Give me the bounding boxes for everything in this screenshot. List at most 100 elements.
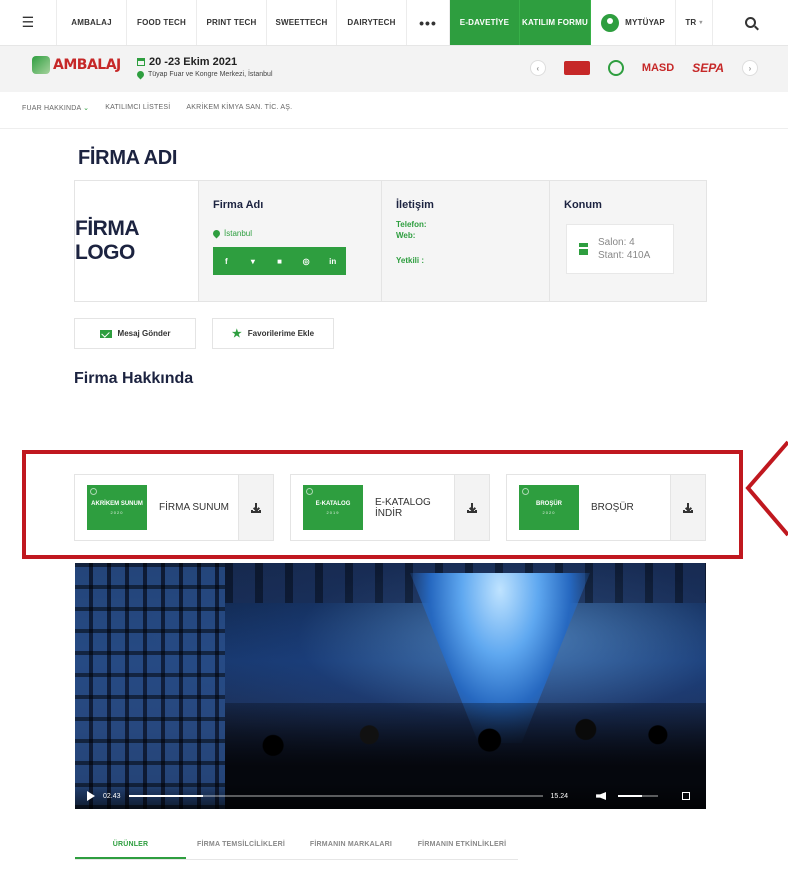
company-logo: FİRMA LOGO — [75, 181, 199, 301]
thumb-year: 2019 — [326, 509, 340, 515]
document-card-brochure[interactable]: BROŞÜR 2020 BROŞÜR — [506, 474, 706, 541]
document-thumbnail: E-KATALOG 2019 — [303, 485, 363, 530]
document-label: FİRMA SUNUM — [159, 502, 229, 513]
carousel-next-button[interactable]: › — [742, 60, 758, 76]
add-favorite-button[interactable]: ★ Favorilerime Ekle — [212, 318, 334, 349]
linkedin-icon[interactable]: in — [319, 247, 346, 275]
top-navigation: ☰ AMBALAJ FOOD TECH PRINT TECH SWEETTECH… — [0, 0, 788, 46]
user-avatar-icon — [601, 13, 620, 32]
sponsor-logo-sepa[interactable]: SEPA — [692, 61, 724, 75]
logo-mark-icon — [32, 56, 50, 74]
facebook-icon[interactable]: f — [213, 247, 240, 275]
envelope-icon — [99, 329, 112, 338]
breadcrumb: FUAR HAKKINDA ⌄ KATILIMCI LİSTESİ AKRİKE… — [22, 104, 292, 112]
video-frame-screens-grid — [75, 563, 225, 809]
document-thumbnail: AKRİKEM SUNUM 2020 — [87, 485, 147, 530]
thumb-year: 2020 — [542, 509, 556, 515]
event-venue: Tüyap Fuar ve Kongre Merkezi, İstanbul — [148, 71, 273, 78]
company-name-heading: Firma Adı — [213, 199, 264, 211]
thumb-title: E-KATALOG — [315, 500, 351, 507]
download-icon — [683, 502, 693, 513]
duration: 15.24 — [550, 792, 569, 800]
video-controls: 02.43 15.24 — [75, 783, 706, 809]
twitter-icon[interactable]: ▾ — [240, 247, 267, 275]
thumb-year: 2020 — [110, 509, 124, 515]
divider — [0, 128, 788, 129]
contact-section: İletişim Telefon: Web: Yetkili : — [382, 181, 550, 301]
nav-food-tech[interactable]: FOOD TECH — [127, 0, 197, 45]
video-player[interactable]: 02.43 15.24 — [75, 563, 706, 809]
language-label: TR — [685, 18, 697, 27]
company-info-card: FİRMA LOGO Firma Adı İstanbul f ▾ ■ ◎ in… — [74, 180, 707, 302]
nav-dairytech[interactable]: DAIRYTECH — [337, 0, 407, 45]
video-progress-fill — [128, 795, 204, 797]
more-menu-button[interactable]: ••• — [407, 0, 450, 45]
download-button[interactable] — [670, 475, 705, 540]
my-account-button[interactable]: MYTÜYAP — [591, 0, 676, 45]
social-links: f ▾ ■ ◎ in — [213, 247, 346, 275]
phone-label: Telefon: — [396, 220, 427, 229]
fullscreen-icon[interactable] — [682, 792, 691, 800]
youtube-icon[interactable]: ■ — [266, 247, 293, 275]
chevron-down-icon: ⌄ — [83, 105, 90, 112]
annotation-arrow-icon — [745, 440, 788, 537]
breadcrumb-company[interactable]: AKRİKEM KİMYA SAN. TİC. AŞ. — [186, 104, 292, 112]
breadcrumb-fair-about[interactable]: FUAR HAKKINDA ⌄ — [22, 104, 89, 112]
breadcrumb-exhibitor-list[interactable]: KATILIMCI LİSTESİ — [105, 104, 170, 112]
nav-ambalaj[interactable]: AMBALAJ — [57, 0, 127, 45]
company-tabs: ÜRÜNLER FİRMA TEMSİLCİLİKLERİ FİRMANIN M… — [75, 835, 518, 860]
add-favorite-label: Favorilerime Ekle — [247, 329, 315, 338]
download-button[interactable] — [454, 475, 489, 540]
download-button[interactable] — [238, 475, 273, 540]
nav-print-tech[interactable]: PRINT TECH — [197, 0, 267, 45]
document-thumbnail: BROŞÜR 2020 — [519, 485, 579, 530]
event-bar: AMBALAJ 20 -23 Ekim 2021 Tüyap Fuar ve K… — [0, 46, 788, 92]
sponsor-logo-red[interactable] — [563, 61, 590, 75]
booth-location: Salon: 4 Stant: 410A — [566, 224, 674, 274]
tab-products[interactable]: ÜRÜNLER — [75, 835, 186, 859]
thumb-title: AKRİKEM SUNUM — [91, 500, 143, 507]
carousel-prev-button[interactable]: ‹ — [529, 60, 546, 76]
hall-number: Salon: 4 — [598, 237, 635, 248]
video-progress-bar[interactable] — [128, 795, 543, 797]
document-label: E-KATALOG İNDİR — [375, 496, 431, 519]
nav-sweettech[interactable]: SWEETTECH — [267, 0, 337, 45]
logo-text: AMBALAJ — [53, 57, 121, 73]
star-icon: ★ — [231, 328, 242, 340]
search-icon — [745, 17, 756, 28]
download-icon — [251, 502, 261, 513]
language-selector[interactable]: TR ▾ — [676, 0, 713, 45]
location-pin-icon — [211, 228, 222, 239]
company-city: İstanbul — [211, 228, 367, 239]
calendar-icon — [137, 58, 145, 66]
play-icon[interactable] — [87, 791, 95, 801]
volume-slider[interactable] — [618, 795, 659, 797]
search-button[interactable] — [713, 0, 788, 45]
page-title: FİRMA ADI — [78, 147, 178, 169]
hamburger-icon[interactable]: ☰ — [0, 0, 57, 45]
location-section: Konum Salon: 4 Stant: 410A — [550, 181, 706, 301]
event-logo[interactable]: AMBALAJ — [32, 56, 121, 74]
e-invite-button[interactable]: E-DAVETİYE — [450, 0, 520, 45]
instagram-icon[interactable]: ◎ — [293, 247, 320, 275]
document-label: BROŞÜR — [591, 502, 634, 513]
stand-number: Stant: 410A — [598, 250, 651, 261]
send-message-button[interactable]: Mesaj Gönder — [74, 318, 196, 349]
send-message-label: Mesaj Gönder — [117, 329, 171, 338]
chevron-down-icon: ▾ — [699, 20, 703, 26]
location-heading: Konum — [564, 199, 602, 211]
participation-form-button[interactable]: KATILIM FORMU — [520, 0, 591, 45]
event-date: 20 -23 Ekim 2021 — [149, 56, 238, 68]
tab-representatives[interactable]: FİRMA TEMSİLCİLİKLERİ — [186, 835, 296, 859]
thumb-title: BROŞÜR — [535, 500, 562, 507]
volume-icon[interactable] — [596, 792, 607, 800]
web-label: Web: — [396, 231, 416, 240]
tab-brands[interactable]: FİRMANIN MARKALARI — [296, 835, 406, 859]
event-info: 20 -23 Ekim 2021 Tüyap Fuar ve Kongre Me… — [135, 56, 273, 80]
tab-events[interactable]: FİRMANIN ETKİNLİKLERİ — [406, 835, 518, 859]
sponsor-logo-masd[interactable]: MASD — [642, 62, 674, 74]
sponsor-logo-kasad[interactable] — [607, 60, 624, 76]
document-card-catalog[interactable]: E-KATALOG 2019 E-KATALOG İNDİR — [290, 474, 490, 541]
document-card-presentation[interactable]: AKRİKEM SUNUM 2020 FİRMA SUNUM — [74, 474, 274, 541]
about-company-heading: Firma Hakkında — [74, 370, 194, 387]
